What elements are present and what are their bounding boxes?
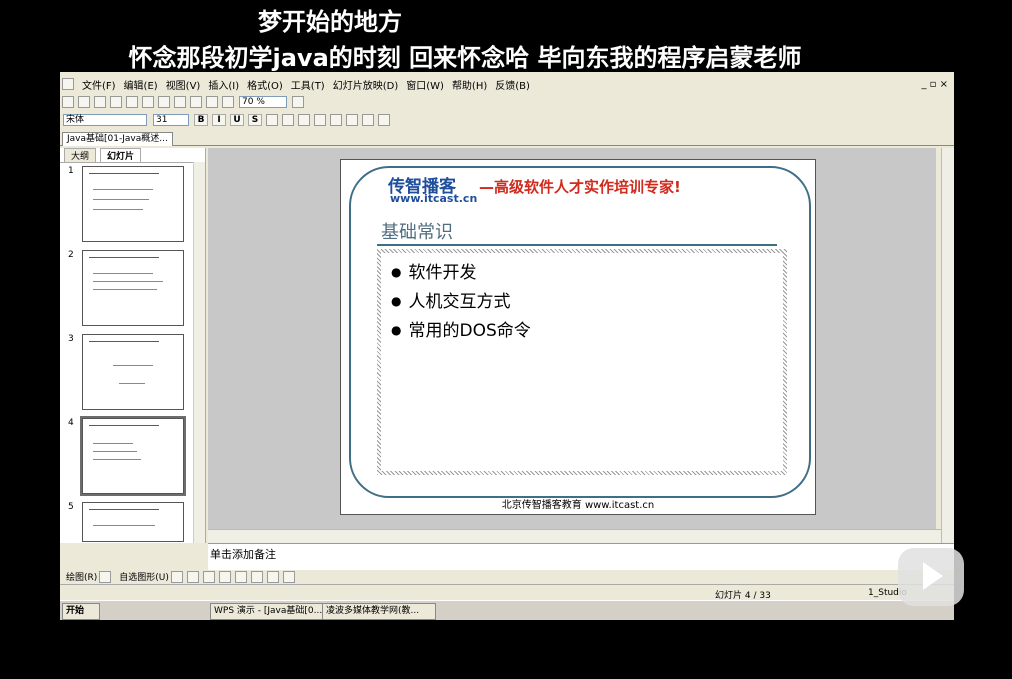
thumb-number: 5 [68, 502, 74, 512]
slide-thumb-3[interactable] [82, 334, 184, 410]
bullet-item[interactable]: 软件开发 [391, 259, 531, 288]
thumb-number: 1 [68, 166, 74, 176]
select-pointer-icon[interactable] [99, 570, 112, 583]
menu-bar: 文件(F) 编辑(E) 视图(V) 插入(I) 格式(O) 工具(T) 幻灯片放… [60, 76, 954, 92]
menu-help[interactable]: 帮助(H) [452, 77, 487, 92]
new-icon[interactable] [62, 96, 74, 108]
thumb-number: 2 [68, 250, 74, 260]
taskbar-teaching-net[interactable]: 凌波多媒体教学网(教... [322, 603, 436, 620]
font-color-icon[interactable] [362, 114, 374, 126]
window-controls[interactable]: _ ▫ × [921, 79, 948, 90]
new-slide-icon[interactable] [378, 114, 390, 126]
tab-slides[interactable]: 幻灯片 [100, 148, 142, 162]
menu-view[interactable]: 视图(V) [166, 77, 201, 92]
current-slide[interactable]: 传智播客 www.itcast.cn —高级软件人才实作培训专家! 基础常识 软… [340, 159, 816, 515]
status-bar: 幻灯片 4 / 33 1_Studio [60, 584, 954, 601]
drawing-toolbar: 绘图(R) 自选图形(U) [60, 569, 954, 584]
windows-taskbar: 开始 WPS 演示 - [Java基础[0... 凌波多媒体教学网(教... [60, 600, 954, 620]
bullet-list: 软件开发 人机交互方式 常用的DOS命令 [391, 259, 531, 346]
wps-presentation-window: 文件(F) 编辑(E) 视图(V) 插入(I) 格式(O) 工具(T) 幻灯片放… [60, 72, 954, 620]
autoshapes-menu[interactable]: 自选图形(U) [119, 570, 169, 583]
format-toolbar: 宋体 31 B I U S [60, 112, 954, 128]
undo-icon[interactable] [190, 96, 202, 108]
horizontal-scrollbar[interactable] [208, 529, 941, 544]
help-icon[interactable] [292, 96, 304, 108]
thumb-number: 3 [68, 334, 74, 344]
play-icon[interactable] [898, 548, 964, 606]
slide-thumb-4[interactable] [80, 416, 186, 496]
fill-color-icon[interactable] [250, 570, 263, 583]
arrow-icon[interactable] [186, 570, 199, 583]
font-color-icon[interactable] [282, 570, 295, 583]
cut-icon[interactable] [142, 96, 154, 108]
grid-icon[interactable] [222, 96, 234, 108]
video-caption-line1: 梦开始的地方 [258, 8, 402, 36]
menu-insert[interactable]: 插入(I) [208, 77, 239, 92]
menu-feedback[interactable]: 反馈(B) [495, 77, 530, 92]
copy-icon[interactable] [158, 96, 170, 108]
menu-slideshow[interactable]: 幻灯片放映(D) [333, 77, 399, 92]
menu-edit[interactable]: 编辑(E) [124, 77, 158, 92]
notes-pane[interactable]: 单击添加备注 [208, 543, 954, 570]
slide-slogan: —高级软件人才实作培训专家! [479, 178, 681, 196]
thumb-number: 4 [68, 418, 74, 428]
tab-outline[interactable]: 大纲 [64, 148, 97, 162]
document-tab[interactable]: Java基础[01-Java概述... [62, 132, 173, 146]
draw-menu[interactable]: 绘图(R) [66, 570, 97, 583]
line-color-icon[interactable] [266, 570, 279, 583]
slide-thumb-2[interactable] [82, 250, 184, 326]
align-left-icon[interactable] [266, 114, 278, 126]
zoom-select[interactable]: 70 % [239, 96, 287, 108]
slide-thumb-5[interactable] [82, 502, 184, 542]
panel-tabs: 大纲 幻灯片 [60, 148, 205, 163]
menu-window[interactable]: 窗口(W) [406, 77, 444, 92]
standard-toolbar: 70 % [60, 94, 954, 110]
start-button[interactable]: 开始 [62, 603, 100, 620]
align-right-icon[interactable] [298, 114, 310, 126]
menu-format[interactable]: 格式(O) [247, 77, 283, 92]
slide-thumb-1[interactable] [82, 166, 184, 242]
rectangle-icon[interactable] [202, 570, 215, 583]
title-underline [377, 244, 777, 246]
font-select[interactable]: 宋体 [63, 114, 147, 126]
paste-icon[interactable] [174, 96, 186, 108]
app-icon[interactable] [62, 78, 74, 90]
font-size-select[interactable]: 31 [153, 114, 189, 126]
slide-title[interactable]: 基础常识 [381, 218, 453, 244]
bullets-icon[interactable] [346, 114, 358, 126]
oval-icon[interactable] [218, 570, 231, 583]
logo-url: www.itcast.cn [390, 192, 478, 205]
notes-placeholder: 单击添加备注 [210, 548, 276, 561]
menu-file[interactable]: 文件(F) [82, 77, 116, 92]
video-caption-line2: 怀念那段初学java的时刻 回来怀念哈 毕向东我的程序启蒙老师 [128, 44, 802, 72]
bullet-item[interactable]: 常用的DOS命令 [391, 317, 530, 346]
textbox-icon[interactable] [234, 570, 247, 583]
panel-scrollbar[interactable] [193, 162, 205, 543]
slide-footer: 北京传智播客教育 www.itcast.cn [501, 500, 655, 511]
menu-tools[interactable]: 工具(T) [291, 77, 325, 92]
document-tab-bar: Java基础[01-Java概述... [60, 131, 954, 146]
print-icon[interactable] [110, 96, 122, 108]
bold-button[interactable]: B [194, 114, 208, 126]
slide-canvas: 传智播客 www.itcast.cn —高级软件人才实作培训专家! 基础常识 软… [208, 148, 936, 529]
save-icon[interactable] [94, 96, 106, 108]
slide-panel: 大纲 幻灯片 1 2 3 4 5 [60, 148, 206, 543]
align-center-icon[interactable] [282, 114, 294, 126]
shadow-button[interactable]: S [248, 114, 262, 126]
open-icon[interactable] [78, 96, 90, 108]
redo-icon[interactable] [206, 96, 218, 108]
taskbar-wps[interactable]: WPS 演示 - [Java基础[0... [210, 603, 324, 620]
underline-button[interactable]: U [230, 114, 244, 126]
preview-icon[interactable] [126, 96, 138, 108]
content-textbox[interactable]: 软件开发 人机交互方式 常用的DOS命令 [377, 249, 787, 475]
vertical-scrollbar[interactable] [941, 148, 954, 543]
line-icon[interactable] [170, 570, 183, 583]
justify-icon[interactable] [314, 114, 326, 126]
bullet-item[interactable]: 人机交互方式 [391, 288, 531, 317]
numbering-icon[interactable] [330, 114, 342, 126]
italic-button[interactable]: I [212, 114, 226, 126]
